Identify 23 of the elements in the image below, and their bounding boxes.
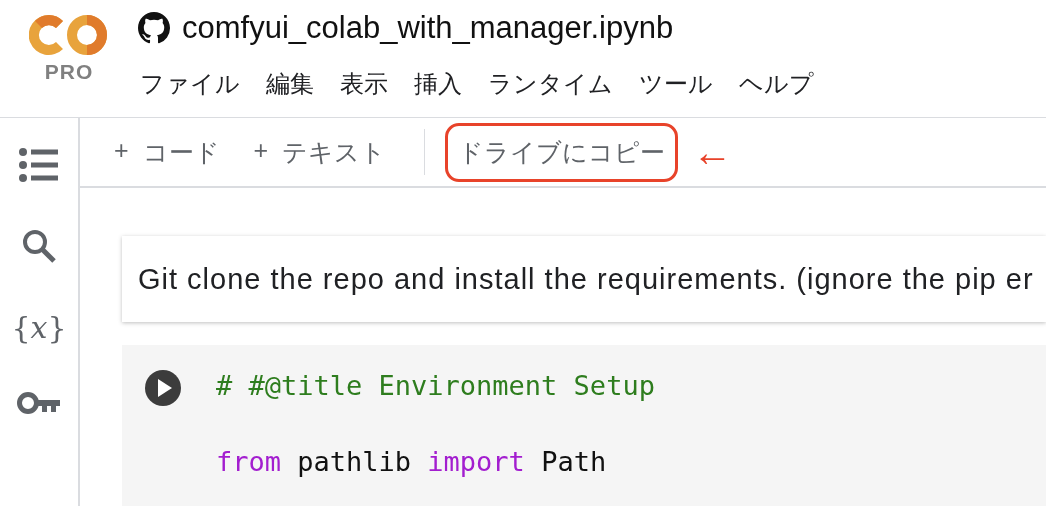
menu-item[interactable]: ランタイム (488, 68, 613, 100)
add-cell-button[interactable]: + コード (112, 131, 222, 173)
menu-item[interactable]: ファイル (140, 68, 240, 100)
github-icon (138, 12, 170, 44)
copy-to-drive-button[interactable]: ドライブにコピー (445, 122, 679, 182)
menu-item[interactable]: ヘルプ (739, 68, 814, 100)
logo-icon (29, 12, 109, 58)
menu-item[interactable]: 編集 (266, 68, 314, 100)
notebook-title[interactable]: comfyui_colab_with_manager.ipynb (182, 10, 674, 46)
text-cell: Git clone the repo and install the requirements. (ignore the pip er (122, 236, 1046, 322)
variables-icon[interactable]: {x} (11, 310, 67, 345)
key-icon[interactable] (17, 391, 61, 415)
code-line: from pathlib import Path (216, 445, 608, 479)
table-of-contents-icon[interactable] (19, 148, 59, 182)
pro-label: PRO (44, 60, 94, 84)
menu-item[interactable]: 表示 (340, 68, 388, 100)
menu-item[interactable]: ツール (639, 68, 713, 100)
menu-item[interactable]: 挿入 (414, 68, 462, 100)
search-icon[interactable] (21, 228, 57, 264)
run-icon[interactable] (144, 369, 182, 407)
code-line: # #@title Environment Setup (216, 369, 655, 403)
add-cell-button[interactable]: + テキスト (251, 131, 389, 173)
annotation-arrow: ← (692, 132, 733, 172)
